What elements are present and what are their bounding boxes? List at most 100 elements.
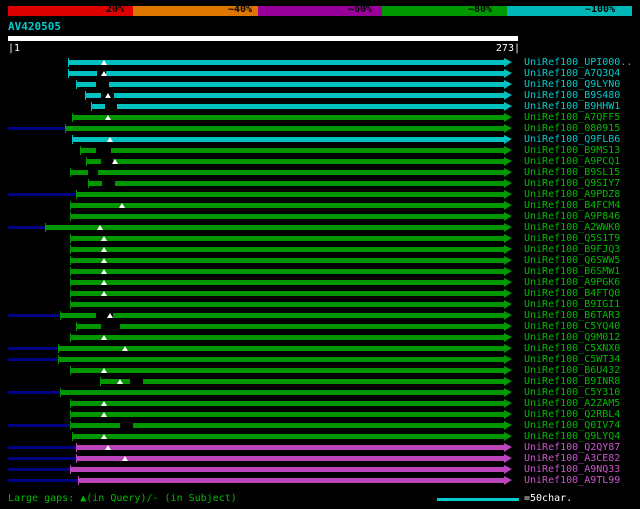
- direction-arrow-icon: [504, 443, 512, 452]
- hit-label[interactable]: UniRef100_A7Q3Q4: [524, 68, 620, 79]
- hit-bar[interactable]: [70, 247, 504, 252]
- hit-bar[interactable]: [91, 104, 504, 109]
- hit-label[interactable]: UniRef100_A3CE82: [524, 453, 620, 464]
- hit-bar[interactable]: [88, 181, 504, 186]
- hit-bar[interactable]: [70, 335, 504, 340]
- hit-bar[interactable]: [70, 423, 504, 428]
- direction-arrow-icon: [504, 102, 512, 111]
- hit-label[interactable]: UniRef100_B4FCM4: [524, 200, 620, 211]
- hit-bar[interactable]: [72, 434, 504, 439]
- hit-row: UniRef100_B6U432: [8, 365, 640, 376]
- hit-label[interactable]: UniRef100_UPI000..: [524, 57, 632, 68]
- direction-arrow-icon: [504, 212, 512, 221]
- scale-label: 20%: [106, 4, 124, 16]
- hit-label[interactable]: UniRef100_B6U432: [524, 365, 620, 376]
- hit-label[interactable]: UniRef100_Q9M012: [524, 332, 620, 343]
- hit-label[interactable]: UniRef100_Q2RBL4: [524, 409, 620, 420]
- hit-label[interactable]: UniRef100_B9S480: [524, 90, 620, 101]
- hit-label[interactable]: UniRef100_A9P846: [524, 211, 620, 222]
- hit-bar[interactable]: [70, 258, 504, 263]
- hit-label[interactable]: UniRef100_B6SMW1: [524, 266, 620, 277]
- hit-bar[interactable]: [100, 379, 504, 384]
- hit-bar[interactable]: [68, 60, 504, 65]
- hit-label[interactable]: UniRef100_A7QFF5: [524, 112, 620, 123]
- hit-bar[interactable]: [70, 280, 504, 285]
- hit-label[interactable]: UniRef100_Q0IV74: [524, 420, 620, 431]
- hit-bar[interactable]: [70, 291, 504, 296]
- subject-gap-segment: [88, 170, 98, 175]
- hit-bar[interactable]: [80, 148, 504, 153]
- hit-bar[interactable]: [78, 478, 504, 483]
- hit-label[interactable]: UniRef100_A9PCQ1: [524, 156, 620, 167]
- hit-row: UniRef100_A2ZAM5: [8, 398, 640, 409]
- hit-bar[interactable]: [70, 368, 504, 373]
- hit-bar[interactable]: [45, 225, 504, 230]
- hit-label[interactable]: UniRef100_A2ZAM5: [524, 398, 620, 409]
- hit-bar[interactable]: [70, 236, 504, 241]
- hit-bar[interactable]: [76, 456, 504, 461]
- hit-label[interactable]: UniRef100_B9INR8: [524, 376, 620, 387]
- hit-row: UniRef100_Q9LYN0: [8, 79, 640, 90]
- hit-label[interactable]: UniRef100_A9TL99: [524, 475, 620, 486]
- hit-label[interactable]: UniRef100_A9PDZ8: [524, 189, 620, 200]
- hit-label[interactable]: UniRef100_B9FJQ3: [524, 244, 620, 255]
- hit-bar[interactable]: [76, 192, 504, 197]
- query-gap-triangle-icon: [101, 71, 107, 76]
- hit-label[interactable]: UniRef100_A9NQ33: [524, 464, 620, 475]
- hit-bar[interactable]: [60, 390, 504, 395]
- hit-label[interactable]: UniRef100_B6TAR3: [524, 310, 620, 321]
- hit-label[interactable]: UniRef100_B4FTQ0: [524, 288, 620, 299]
- hit-bar[interactable]: [76, 82, 504, 87]
- hit-bar[interactable]: [70, 214, 504, 219]
- hit-bar[interactable]: [76, 324, 504, 329]
- hit-label[interactable]: UniRef100_Q5S1T9: [524, 233, 620, 244]
- hit-row: UniRef100_Q2QY87: [8, 442, 640, 453]
- hit-bar[interactable]: [70, 401, 504, 406]
- hit-label[interactable]: UniRef100_B9HHW1: [524, 101, 620, 112]
- bar-start-tick: [70, 278, 71, 287]
- hit-bar[interactable]: [68, 71, 504, 76]
- direction-arrow-icon: [504, 267, 512, 276]
- bar-start-tick: [72, 432, 73, 441]
- bar-start-tick: [65, 124, 66, 133]
- hit-bar[interactable]: [70, 203, 504, 208]
- hit-label[interactable]: UniRef100_Q9FLB6: [524, 134, 620, 145]
- hit-label[interactable]: UniRef100_B9MS13: [524, 145, 620, 156]
- direction-arrow-icon: [504, 300, 512, 309]
- hit-row: UniRef100_Q9FLB6: [8, 134, 640, 145]
- hit-label[interactable]: UniRef100_Q9LYN0: [524, 79, 620, 90]
- hit-bar[interactable]: [60, 313, 504, 318]
- hit-label[interactable]: UniRef100_A9PGK6: [524, 277, 620, 288]
- hit-bar[interactable]: [70, 170, 504, 175]
- hit-bar[interactable]: [85, 93, 504, 98]
- hit-label[interactable]: UniRef100_B9IGI1: [524, 299, 620, 310]
- direction-arrow-icon: [504, 58, 512, 67]
- hit-label[interactable]: UniRef100_Q9SIY7: [524, 178, 620, 189]
- hit-bar[interactable]: [70, 269, 504, 274]
- query-gap-triangle-icon: [97, 225, 103, 230]
- hit-bar[interactable]: [76, 445, 504, 450]
- hit-row: UniRef100_A3CE82: [8, 453, 640, 464]
- hit-label[interactable]: UniRef100_B9SL15: [524, 167, 620, 178]
- hit-label[interactable]: UniRef100_A2WWK0: [524, 222, 620, 233]
- hit-bar[interactable]: [72, 115, 504, 120]
- hit-label[interactable]: UniRef100_C5XNX0: [524, 343, 620, 354]
- hit-label[interactable]: UniRef100_C5WT34: [524, 354, 620, 365]
- hit-bar[interactable]: [58, 357, 504, 362]
- hit-label[interactable]: UniRef100_Q2QY87: [524, 442, 620, 453]
- query-gap-triangle-icon: [101, 434, 107, 439]
- query-gap-triangle-icon: [101, 335, 107, 340]
- hit-label[interactable]: UniRef100_080915: [524, 123, 620, 134]
- hit-bar[interactable]: [70, 412, 504, 417]
- hit-bar[interactable]: [86, 159, 504, 164]
- hit-label[interactable]: UniRef100_Q9LYQ4: [524, 431, 620, 442]
- hit-bar[interactable]: [70, 302, 504, 307]
- hit-label[interactable]: UniRef100_Q6SWW5: [524, 255, 620, 266]
- hit-row: UniRef100_Q6SWW5: [8, 255, 640, 266]
- hit-bar[interactable]: [65, 126, 504, 131]
- hit-bar[interactable]: [72, 137, 504, 142]
- direction-arrow-icon: [504, 476, 512, 485]
- hit-bar[interactable]: [70, 467, 504, 472]
- hit-label[interactable]: UniRef100_C5YQ40: [524, 321, 620, 332]
- hit-label[interactable]: UniRef100_C5Y310: [524, 387, 620, 398]
